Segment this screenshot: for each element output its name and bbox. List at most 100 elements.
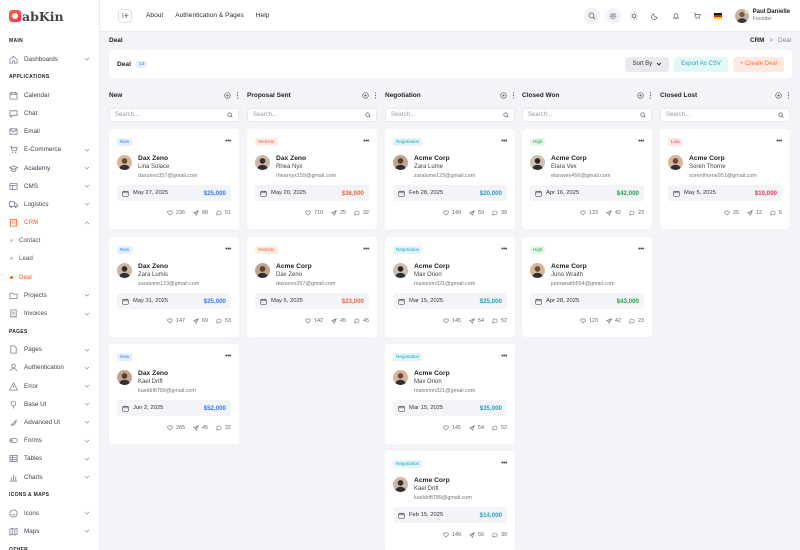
sidebar-item-crm[interactable]: CRM: [0, 214, 99, 232]
likes-stat[interactable]: 236: [167, 210, 185, 216]
shares-stat[interactable]: 45: [193, 425, 208, 431]
shares-stat[interactable]: 25: [331, 210, 346, 216]
deal-card[interactable]: Low ••• Acme Corp Soren Thorne sorenthorne95…: [660, 129, 790, 229]
shares-stat[interactable]: 42: [606, 318, 621, 324]
sidebar-item-advanced-ui[interactable]: Advanced UI: [0, 413, 99, 431]
likes-stat[interactable]: 145: [443, 318, 461, 324]
comments-stat[interactable]: 52: [492, 318, 507, 324]
shares-stat[interactable]: 54: [469, 425, 484, 431]
column-search-input[interactable]: Search...: [522, 108, 652, 122]
comments-stat[interactable]: 39: [492, 532, 507, 538]
deal-card[interactable]: High ••• Acme Corp Elara Vex elaravex456@gma…: [522, 129, 652, 229]
comments-stat[interactable]: 51: [216, 210, 231, 216]
cart-button[interactable]: [689, 8, 705, 24]
column-search-input[interactable]: Search...: [660, 108, 790, 122]
comments-stat[interactable]: 39: [492, 210, 507, 216]
deal-card[interactable]: Negotiation ••• Acme Corp Kael Drift kaeldri…: [385, 451, 515, 550]
comments-stat[interactable]: 53: [216, 318, 231, 324]
deal-card[interactable]: Website ••• Dax Zeno Rhea Nyx rhearnyx159@gm…: [247, 129, 377, 229]
apps-button[interactable]: [647, 8, 663, 24]
sidebar-item-error[interactable]: Error: [0, 377, 99, 395]
sidebar-item-ecommerce[interactable]: E-Commerce: [0, 141, 99, 159]
deal-card[interactable]: New ••• Dax Zeno Zara Lumis zaralume123@gmai…: [109, 237, 239, 337]
more-vertical-icon[interactable]: [374, 91, 377, 99]
sidebar-item-base-ui[interactable]: Base UI: [0, 395, 99, 413]
deal-card[interactable]: New ••• Dax Zeno Kael Drift kaeldrift789@gma…: [109, 344, 239, 444]
theme-toggle-button[interactable]: [626, 8, 642, 24]
sidebar-item-authentication[interactable]: Authentication: [0, 359, 99, 377]
column-search-input[interactable]: Search...: [385, 108, 515, 122]
comments-stat[interactable]: 23: [629, 318, 644, 324]
deal-card[interactable]: Negotiation ••• Acme Corp Zara Lume zaralume…: [385, 129, 515, 229]
more-horizontal-icon[interactable]: •••: [501, 138, 507, 145]
nav-link-about[interactable]: About: [146, 12, 163, 19]
comments-stat[interactable]: 5: [770, 210, 782, 216]
more-horizontal-icon[interactable]: •••: [501, 460, 507, 467]
add-circle-icon[interactable]: [224, 91, 231, 99]
likes-stat[interactable]: 25: [724, 210, 739, 216]
more-horizontal-icon[interactable]: •••: [638, 138, 644, 145]
nav-link-help[interactable]: Help: [256, 12, 270, 19]
more-horizontal-icon[interactable]: •••: [638, 246, 644, 253]
likes-stat[interactable]: 145: [443, 425, 461, 431]
column-search-input[interactable]: Search...: [109, 108, 239, 122]
sidebar-item-email[interactable]: Email: [0, 123, 99, 141]
comments-stat[interactable]: 45: [354, 318, 369, 324]
sidebar-item-logistics[interactable]: Logistics: [0, 195, 99, 213]
comments-stat[interactable]: 52: [492, 425, 507, 431]
export-csv-button[interactable]: Export As CSV: [674, 56, 728, 72]
sidebar-item-projects[interactable]: Projects: [0, 286, 99, 304]
shares-stat[interactable]: 56: [469, 532, 484, 538]
comments-stat[interactable]: 32: [354, 210, 369, 216]
search-button[interactable]: [583, 7, 600, 24]
deal-card[interactable]: High ••• Acme Corp Juno Wraith junowraith654…: [522, 237, 652, 337]
user-profile[interactable]: Paul Danielle Founder: [734, 8, 790, 23]
likes-stat[interactable]: 123: [580, 210, 598, 216]
shares-stat[interactable]: 89: [193, 210, 208, 216]
sidebar-item-forms[interactable]: Forms: [0, 432, 99, 450]
comments-stat[interactable]: 32: [216, 425, 231, 431]
deal-card[interactable]: Negotiation ••• Acme Corp Max Orion maxorion…: [385, 344, 515, 444]
sidebar-subitem-lead[interactable]: Lead: [0, 250, 99, 268]
sidebar-item-pages[interactable]: Pages: [0, 341, 99, 359]
likes-stat[interactable]: 265: [167, 425, 185, 431]
add-circle-icon[interactable]: [775, 91, 782, 99]
sidebar-item-invoices[interactable]: Invoices: [0, 304, 99, 322]
deal-card[interactable]: New ••• Dax Zeno Lina Solace daxzeno357@gmai…: [109, 129, 239, 229]
comments-stat[interactable]: 23: [629, 210, 644, 216]
logo[interactable]: abKin: [0, 0, 99, 32]
create-deal-button[interactable]: + Create Deal: [732, 56, 784, 72]
shares-stat[interactable]: 59: [469, 210, 484, 216]
likes-stat[interactable]: 149: [443, 210, 461, 216]
notifications-button[interactable]: [668, 8, 684, 24]
sidebar-item-cms[interactable]: CMS: [0, 177, 99, 195]
shares-stat[interactable]: 42: [606, 210, 621, 216]
likes-stat[interactable]: 123: [580, 318, 598, 324]
sidebar-item-calendar[interactable]: Calendar: [0, 86, 99, 104]
sidebar-item-icons[interactable]: Icons: [0, 504, 99, 522]
likes-stat[interactable]: 142: [305, 318, 323, 324]
add-circle-icon[interactable]: [362, 91, 369, 99]
sidebar-item-academy[interactable]: Academy: [0, 159, 99, 177]
more-horizontal-icon[interactable]: •••: [225, 246, 231, 253]
deal-card[interactable]: Website ••• Acme Corp Dax Zeno daxzeno357@gm…: [247, 237, 377, 337]
more-vertical-icon[interactable]: [787, 91, 790, 99]
nav-link-authentication-pages[interactable]: Authentication & Pages: [175, 12, 244, 19]
shares-stat[interactable]: 12: [747, 210, 762, 216]
column-search-input[interactable]: Search...: [247, 108, 377, 122]
sidebar-item-tables[interactable]: Tables: [0, 450, 99, 468]
more-horizontal-icon[interactable]: •••: [363, 246, 369, 253]
more-horizontal-icon[interactable]: •••: [225, 353, 231, 360]
more-horizontal-icon[interactable]: •••: [225, 138, 231, 145]
add-circle-icon[interactable]: [500, 91, 507, 99]
breadcrumb-crm[interactable]: CRM: [750, 37, 764, 44]
settings-button[interactable]: [604, 7, 621, 24]
sidebar-subitem-deal[interactable]: Deal: [0, 268, 99, 286]
deal-card[interactable]: Negotiation ••• Acme Corp Max Orion maxorion…: [385, 237, 515, 337]
shares-stat[interactable]: 69: [193, 318, 208, 324]
sort-by-button[interactable]: Sort By: [625, 56, 670, 72]
likes-stat[interactable]: 147: [167, 318, 185, 324]
more-horizontal-icon[interactable]: •••: [363, 138, 369, 145]
shares-stat[interactable]: 45: [331, 318, 346, 324]
more-horizontal-icon[interactable]: •••: [776, 138, 782, 145]
